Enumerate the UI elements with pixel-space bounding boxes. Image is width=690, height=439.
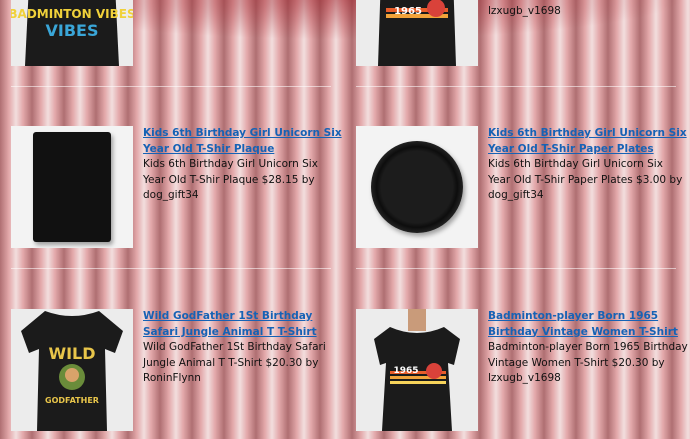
product-thumbnail[interactable]: WILD GODFATHER: [11, 309, 133, 431]
paper-plate-image: [371, 141, 463, 233]
product-thumbnail[interactable]: [11, 126, 133, 248]
tshirt-1965-image: 1965: [356, 309, 478, 431]
product-description: Kids 6th Birthday Girl Unicorn Six Year …: [488, 158, 683, 201]
product-title-link[interactable]: Badminton-player Born 1965 Birthday Vint…: [488, 309, 688, 340]
shirt-print-text: WILD: [48, 344, 95, 363]
product-title-link[interactable]: Kids 6th Birthday Girl Unicorn Six Year …: [143, 126, 343, 157]
product-description: lzxugb_v1698: [488, 5, 561, 17]
plaque-image: [33, 132, 111, 242]
row-divider: [11, 86, 331, 87]
shirt-print-text: 1965: [393, 366, 418, 376]
product-thumbnail[interactable]: 1965: [356, 309, 478, 431]
tshirt-wild-godfather-image: WILD GODFATHER: [11, 309, 133, 431]
row-divider: [11, 268, 331, 269]
shirt-print-text: BADMINTON VIBES: [11, 7, 133, 21]
product-description: Kids 6th Birthday Girl Unicorn Six Year …: [143, 158, 318, 201]
product-description: Wild GodFather 1St Birthday Safari Jungl…: [143, 341, 326, 384]
tshirt-1965-image: 1965: [356, 0, 478, 66]
svg-text:VIBES: VIBES: [46, 21, 99, 40]
product-description: Badminton-player Born 1965 Birthday Vint…: [488, 341, 688, 384]
product-thumbnail[interactable]: [356, 126, 478, 248]
shirt-print-text: GODFATHER: [45, 396, 99, 405]
product-title-link[interactable]: Wild GodFather 1St Birthday Safari Jungl…: [143, 309, 343, 340]
product-thumbnail[interactable]: BADMINTON VIBES VIBES: [11, 0, 133, 66]
row-divider: [356, 268, 676, 269]
row-divider: [356, 86, 676, 87]
product-title-link[interactable]: Kids 6th Birthday Girl Unicorn Six Year …: [488, 126, 688, 157]
product-thumbnail[interactable]: 1965: [356, 0, 478, 66]
tshirt-badminton-image: BADMINTON VIBES VIBES: [11, 0, 133, 66]
shirt-print-text: 1965: [394, 6, 422, 17]
